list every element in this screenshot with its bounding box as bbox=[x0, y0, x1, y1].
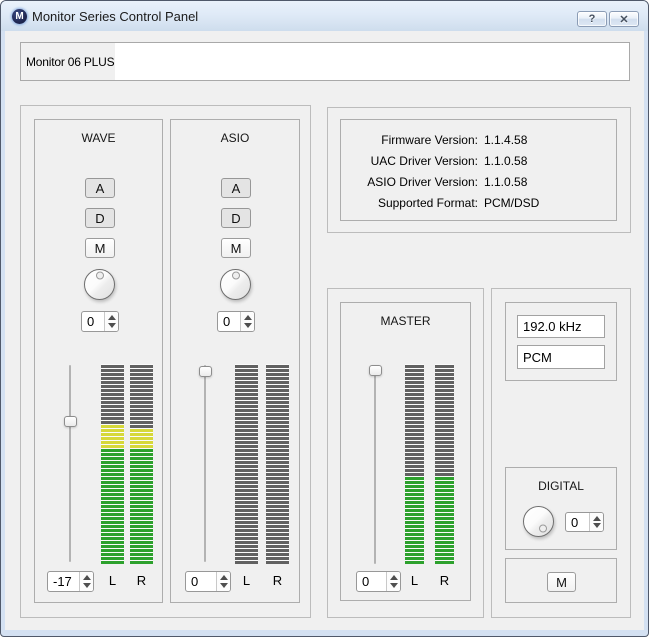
wave-digital-button[interactable]: D bbox=[85, 208, 115, 228]
asio-meter-left-label: L bbox=[235, 573, 258, 588]
firmware-version-label: Firmware Version: bbox=[341, 133, 478, 147]
sample-rate-field: 192.0 kHz bbox=[517, 315, 605, 338]
asio-balance-knob[interactable] bbox=[220, 269, 251, 300]
asio-mute-button[interactable]: M bbox=[221, 238, 251, 258]
wave-balance-spinbox[interactable]: 0 bbox=[81, 311, 119, 332]
info-row-firmware: Firmware Version: 1.1.4.58 bbox=[341, 130, 616, 151]
wave-balance-value: 0 bbox=[87, 312, 103, 331]
close-button[interactable]: ✕ bbox=[609, 11, 639, 27]
asio-volume-spinbox[interactable]: 0 bbox=[185, 571, 231, 592]
supported-format-value: PCM/DSD bbox=[484, 196, 539, 210]
wave-volume-spinbox[interactable]: -17 bbox=[47, 571, 94, 592]
asio-digital-button[interactable]: D bbox=[221, 208, 251, 228]
info-row-supported-format: Supported Format: PCM/DSD bbox=[341, 192, 616, 213]
info-row-uac-driver: UAC Driver Version: 1.1.0.58 bbox=[341, 151, 616, 172]
wave-balance-knob[interactable] bbox=[84, 269, 115, 300]
wave-volume-spin-arrows[interactable] bbox=[79, 572, 93, 591]
wave-analog-button[interactable]: A bbox=[85, 178, 115, 198]
help-button[interactable]: ? bbox=[577, 11, 607, 27]
asio-driver-version-value: 1.1.0.58 bbox=[484, 175, 527, 189]
wave-meter-right-label: R bbox=[130, 573, 153, 588]
master-volume-spinbox[interactable]: 0 bbox=[356, 571, 401, 592]
master-meter-right bbox=[435, 364, 454, 564]
digital-knob[interactable] bbox=[523, 506, 554, 537]
master-group-title: MASTER bbox=[341, 314, 470, 328]
stream-status-box: 192.0 kHz PCM bbox=[505, 302, 617, 381]
digital-spinbox[interactable]: 0 bbox=[565, 512, 604, 532]
wave-meter-left bbox=[101, 364, 124, 564]
uac-driver-version-label: UAC Driver Version: bbox=[341, 154, 478, 168]
master-volume-slider-track[interactable] bbox=[374, 367, 376, 564]
master-volume-value: 0 bbox=[362, 572, 385, 591]
mute-group: M bbox=[505, 558, 617, 603]
wave-meter-left-label: L bbox=[101, 573, 124, 588]
asio-driver-version-label: ASIO Driver Version: bbox=[341, 175, 478, 189]
window: M Monitor Series Control Panel ? ✕ Monit… bbox=[0, 0, 649, 637]
master-volume-spin-arrows[interactable] bbox=[386, 572, 400, 591]
wave-group: WAVE A D M 0 -17 L R bbox=[34, 119, 163, 603]
wave-mute-button[interactable]: M bbox=[85, 238, 115, 258]
master-meter-left bbox=[405, 364, 424, 564]
asio-balance-spinbox[interactable]: 0 bbox=[217, 311, 255, 332]
close-icon: ✕ bbox=[619, 13, 628, 26]
asio-meter-right bbox=[266, 364, 289, 564]
digital-spin-arrows[interactable] bbox=[589, 513, 603, 531]
asio-volume-slider-thumb[interactable] bbox=[199, 366, 212, 377]
asio-meter-left bbox=[235, 364, 258, 564]
master-group: MASTER 0 L R bbox=[340, 302, 471, 601]
asio-balance-value: 0 bbox=[223, 312, 239, 331]
asio-volume-value: 0 bbox=[191, 572, 215, 591]
digital-group: DIGITAL 0 bbox=[505, 467, 617, 550]
wave-balance-spin-arrows[interactable] bbox=[104, 312, 118, 331]
master-meter-left-label: L bbox=[405, 573, 424, 588]
asio-volume-spin-arrows[interactable] bbox=[216, 572, 230, 591]
window-title: Monitor Series Control Panel bbox=[32, 1, 198, 31]
format-field: PCM bbox=[517, 345, 605, 369]
master-volume-slider-thumb[interactable] bbox=[369, 365, 382, 376]
info-box: Firmware Version: 1.1.4.58 UAC Driver Ve… bbox=[340, 119, 617, 221]
digital-group-title: DIGITAL bbox=[506, 479, 616, 493]
master-meter-right-label: R bbox=[435, 573, 454, 588]
help-icon: ? bbox=[589, 13, 596, 25]
info-row-asio-driver: ASIO Driver Version: 1.1.0.58 bbox=[341, 172, 616, 193]
supported-format-label: Supported Format: bbox=[341, 196, 478, 210]
asio-balance-spin-arrows[interactable] bbox=[240, 312, 254, 331]
firmware-version-value: 1.1.4.58 bbox=[484, 133, 527, 147]
wave-volume-slider-track[interactable] bbox=[69, 365, 71, 562]
wave-volume-slider-thumb[interactable] bbox=[64, 416, 77, 427]
wave-volume-value: -17 bbox=[53, 572, 78, 591]
asio-analog-button[interactable]: A bbox=[221, 178, 251, 198]
asio-meter-right-label: R bbox=[266, 573, 289, 588]
app-logo-letter: M bbox=[15, 11, 23, 22]
wave-meter-right bbox=[130, 364, 153, 564]
wave-group-title: WAVE bbox=[35, 131, 162, 145]
uac-driver-version-value: 1.1.0.58 bbox=[484, 154, 527, 168]
asio-volume-slider-track[interactable] bbox=[204, 365, 206, 562]
titlebar: M Monitor Series Control Panel ? ✕ bbox=[1, 1, 648, 31]
digital-spin-value: 0 bbox=[571, 513, 588, 531]
device-list-item-selected[interactable]: Monitor 06 PLUS bbox=[21, 43, 115, 80]
app-logo-icon: M bbox=[12, 9, 27, 24]
device-list[interactable]: Monitor 06 PLUS bbox=[20, 42, 630, 81]
master-mute-button[interactable]: M bbox=[547, 572, 576, 592]
asio-group: ASIO A D M 0 0 L R bbox=[170, 119, 300, 603]
asio-group-title: ASIO bbox=[171, 131, 299, 145]
